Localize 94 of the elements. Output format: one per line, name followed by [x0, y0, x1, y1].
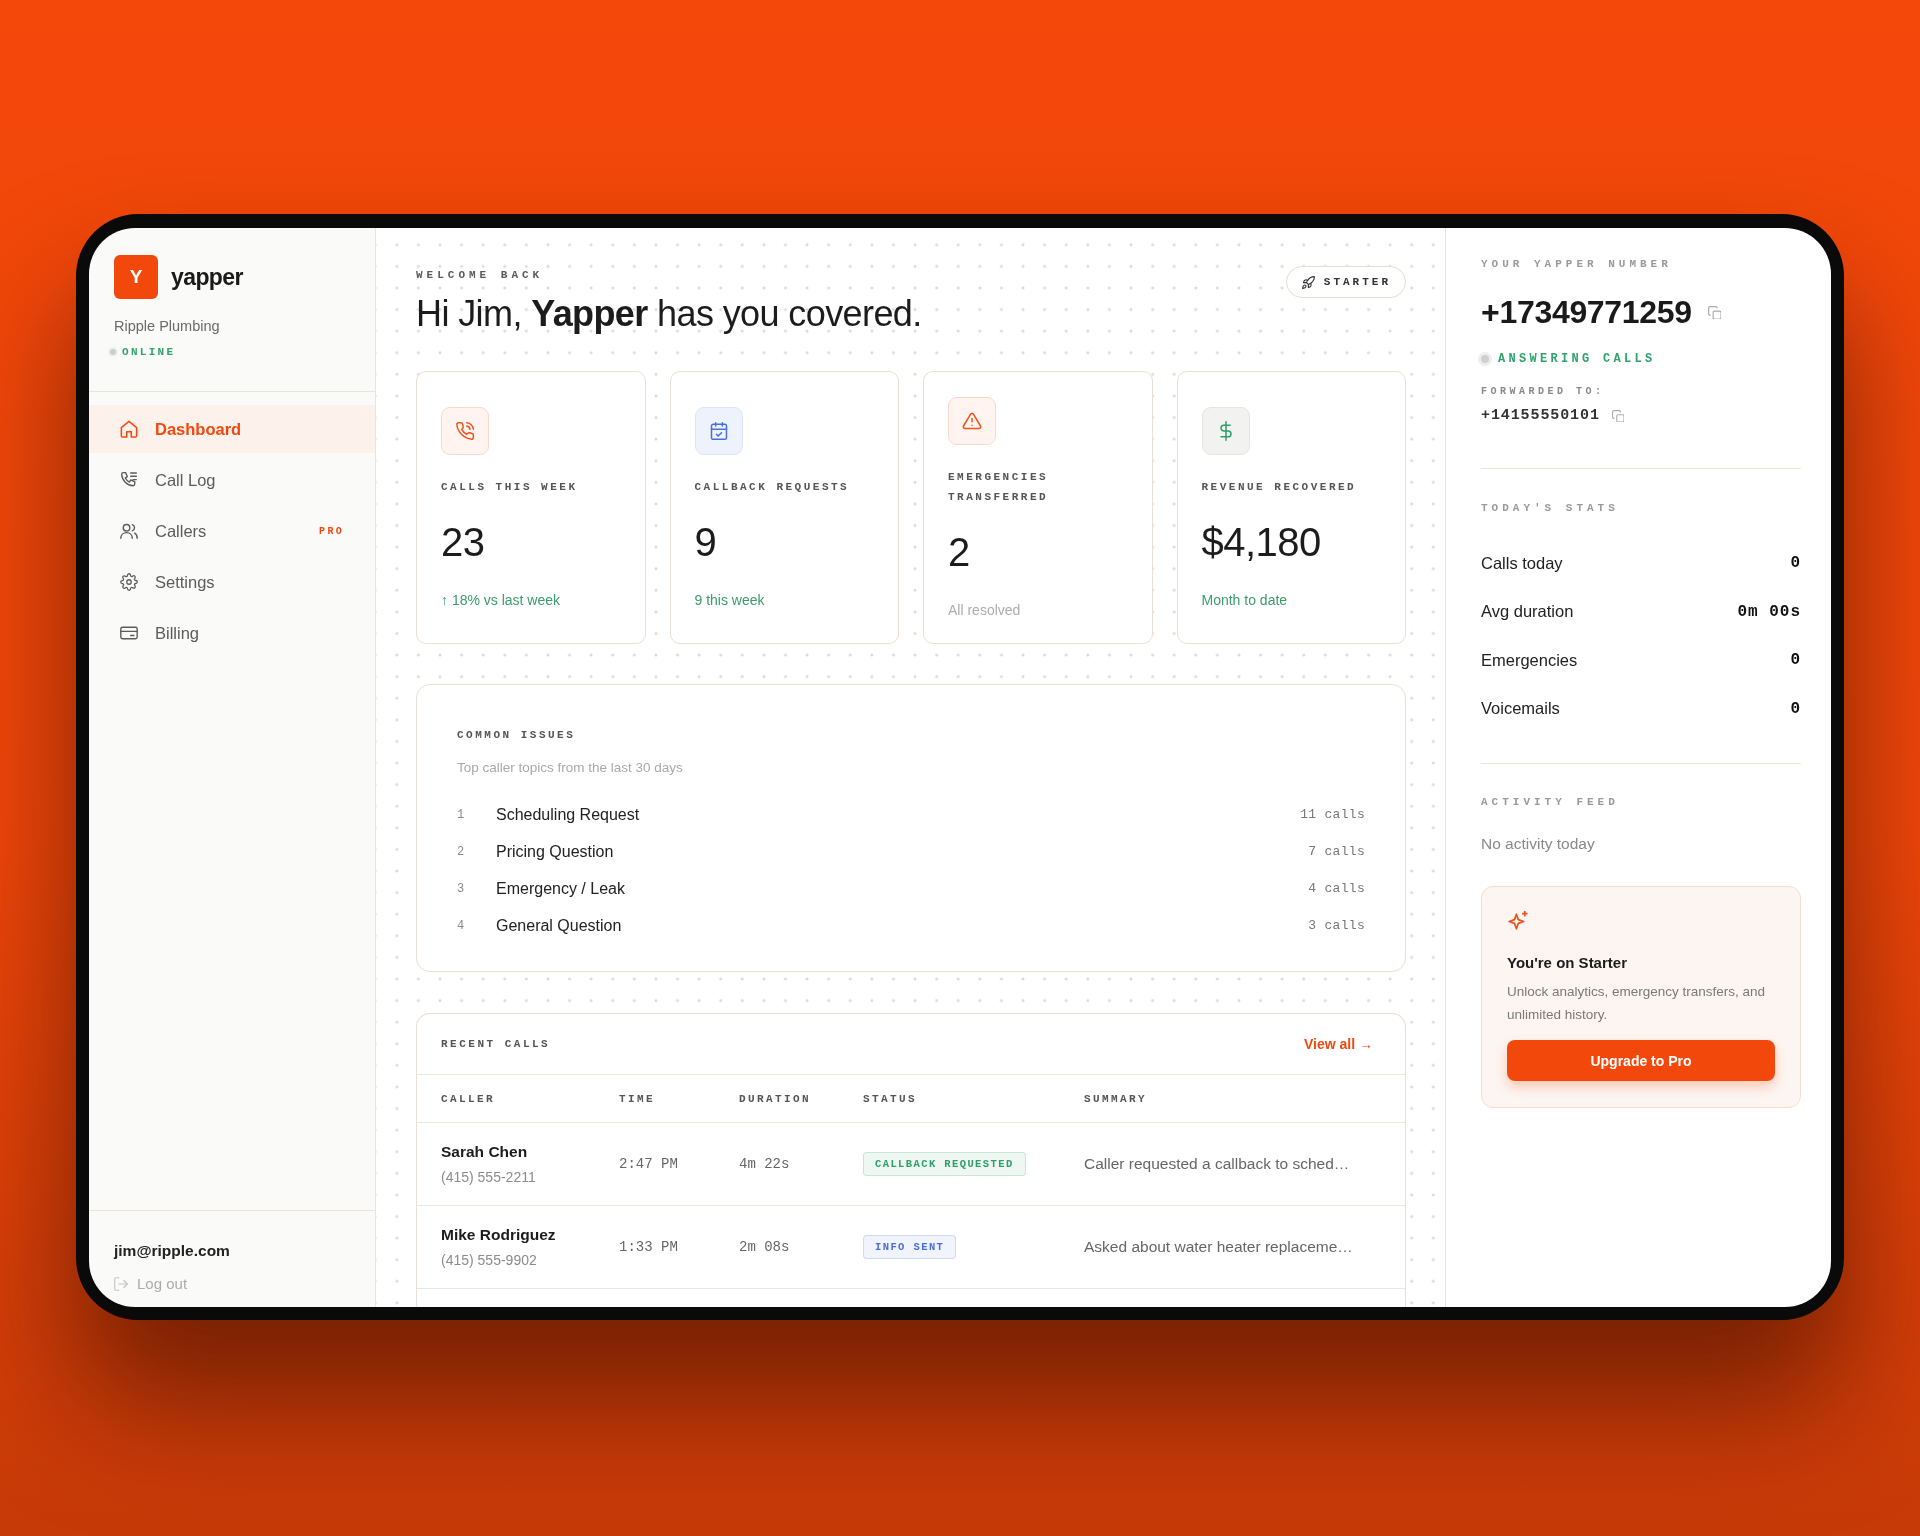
- issue-count: 4 calls: [1308, 881, 1365, 896]
- online-status: ONLINE: [122, 345, 176, 359]
- forwarded-label: FORWARDED TO:: [1481, 386, 1606, 398]
- issue-rank: 3: [457, 881, 466, 896]
- issue-topic: Emergency / Leak: [496, 879, 625, 898]
- copy-icon[interactable]: [1611, 410, 1624, 422]
- upgrade-button[interactable]: Upgrade to Pro: [1507, 1040, 1775, 1081]
- logout-icon: [114, 1277, 128, 1291]
- issue-rank: 1: [457, 807, 466, 822]
- column-header: DURATION: [739, 1092, 811, 1105]
- phone-list-icon: [120, 471, 138, 489]
- brand-name: yapper: [171, 263, 243, 291]
- stat-note: All resolved: [948, 600, 1021, 619]
- stat-value: 0m 00s: [1737, 602, 1801, 621]
- column-header: SUMMARY: [1084, 1092, 1147, 1105]
- answering-status: ANSWERING CALLS: [1498, 351, 1656, 367]
- status-badge: CALLBACK REQUESTED: [863, 1152, 1026, 1176]
- section-title: YOUR YAPPER NUMBER: [1481, 257, 1673, 271]
- issue-topic: Pricing Question: [496, 842, 614, 861]
- column-header: STATUS: [863, 1092, 917, 1105]
- plan-badge[interactable]: STARTER: [1285, 266, 1406, 298]
- sparkle-icon: [1507, 910, 1530, 933]
- stat-note: ↑ 18% vs last week: [441, 590, 561, 609]
- stat-label: CALLBACK REQUESTS: [694, 479, 850, 495]
- dollar-icon: [1201, 406, 1250, 455]
- column-header: CALLER: [441, 1092, 495, 1105]
- stat-value: 0: [1790, 554, 1801, 573]
- stat-value: 2: [948, 528, 970, 575]
- call-duration: 2m 08s: [739, 1239, 790, 1255]
- nav-item[interactable]: Settings: [89, 558, 375, 606]
- nav-item[interactable]: Dashboard: [89, 405, 375, 453]
- phone-icon: [441, 406, 489, 455]
- section-title: RECENT CALLS: [441, 1037, 551, 1051]
- calendar-check-icon: [694, 406, 743, 455]
- status-dot-icon: [110, 349, 116, 355]
- users-icon: [120, 522, 138, 540]
- nav-item[interactable]: Call Log: [89, 456, 375, 504]
- caller-phone: (415) 555-2211: [441, 1168, 536, 1186]
- stat-label: CALLS THIS WEEK: [441, 479, 578, 495]
- stat-label: REVENUE RECOVERED: [1201, 479, 1357, 495]
- home-icon: [120, 420, 138, 438]
- copy-icon[interactable]: [1707, 305, 1721, 319]
- issue-topic: General Question: [496, 916, 622, 935]
- call-time: 1:33 PM: [619, 1239, 678, 1255]
- nav-item[interactable]: Callers PRO: [89, 507, 375, 555]
- issue-count: 7 calls: [1308, 844, 1365, 859]
- credit-card-icon: [120, 624, 138, 642]
- stat-note: 9 this week: [694, 590, 765, 609]
- status-badge: INFO SENT: [863, 1235, 957, 1259]
- stat-value: 0: [1790, 699, 1801, 718]
- upgrade-title: You're on Starter: [1507, 953, 1628, 973]
- stat-label: EMERGENCIES TRANSFERRED: [948, 469, 1050, 505]
- forwarded-number: +14155550101: [1481, 406, 1600, 426]
- settings-icon: [120, 573, 138, 591]
- welcome-label: WELCOME BACK: [416, 268, 545, 282]
- warning-icon: [948, 396, 996, 445]
- caller-name: Mike Rodriguez: [441, 1225, 556, 1245]
- stat-label: Voicemails: [1481, 699, 1560, 719]
- issue-topic: Scheduling Request: [496, 805, 640, 824]
- upgrade-text: Unlock analytics, emergency transfers, and unlimited history.: [1507, 983, 1767, 1024]
- caller-name: Sarah Chen: [441, 1142, 529, 1162]
- view-all-link[interactable]: View all →: [1304, 1036, 1373, 1052]
- greeting-heading: Hi Jim, Yapper has you covered.: [416, 293, 922, 335]
- stat-note: Month to date: [1201, 590, 1288, 609]
- stat-value: 23: [441, 518, 485, 565]
- section-title: TODAY'S STATS: [1481, 501, 1620, 515]
- pro-label: PRO: [319, 525, 344, 537]
- issue-count: 3 calls: [1308, 918, 1365, 933]
- section-title: ACTIVITY FEED: [1481, 795, 1620, 809]
- stat-label: Avg duration: [1481, 602, 1574, 622]
- issue-count: 11 calls: [1300, 807, 1365, 822]
- section-title: COMMON ISSUES: [457, 728, 577, 742]
- call-summary: Asked about water heater replaceme…: [1084, 1238, 1353, 1256]
- empty-feed-text: No activity today: [1481, 834, 1596, 854]
- column-header: TIME: [619, 1092, 655, 1105]
- stat-label: Calls today: [1481, 553, 1563, 573]
- caller-phone: (415) 555-9902: [441, 1251, 538, 1269]
- stat-label: Emergencies: [1481, 650, 1578, 670]
- user-email: jim@ripple.com: [114, 1241, 231, 1261]
- call-summary: Caller requested a callback to sched…: [1084, 1155, 1350, 1173]
- logo-mark: Y: [114, 255, 158, 299]
- issue-rank: 4: [457, 918, 466, 933]
- stat-value: 9: [694, 518, 717, 565]
- status-dot-icon: [1481, 355, 1489, 363]
- stat-value: $4,180: [1201, 518, 1321, 565]
- section-subtitle: Top caller topics from the last 30 days: [457, 759, 684, 777]
- call-duration: 4m 22s: [739, 1156, 790, 1172]
- nav-item[interactable]: Billing: [89, 609, 375, 657]
- stat-value: 0: [1790, 651, 1801, 670]
- phone-number: +17349771259: [1481, 293, 1692, 331]
- company-name: Ripple Plumbing: [114, 317, 221, 335]
- issue-rank: 2: [457, 844, 466, 859]
- rocket-icon: [1301, 275, 1315, 289]
- call-time: 2:47 PM: [619, 1156, 678, 1172]
